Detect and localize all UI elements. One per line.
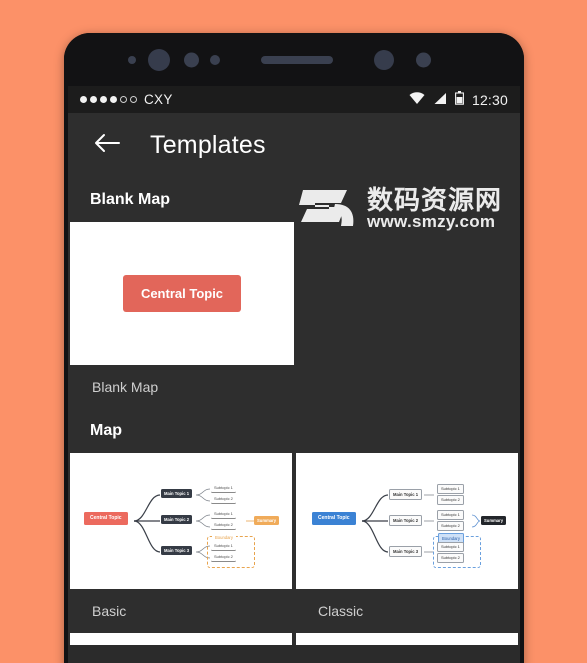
status-bar: CXY 12:30 (68, 86, 520, 113)
section-header-blank-map: Blank Map (68, 178, 520, 222)
sensor-small-1-icon (128, 55, 136, 64)
status-bar-icons: 12:30 (409, 91, 508, 108)
phone-screen: CXY 12:30 Templates Blank Map Central To… (68, 86, 520, 663)
template-card-next-2[interactable] (296, 633, 518, 645)
cellular-signal-icon (433, 92, 447, 108)
basic-main-topic-1-node: Main Topic 1 (161, 489, 193, 499)
phone-device-frame: CXY 12:30 Templates Blank Map Central To… (64, 33, 524, 663)
back-arrow-icon (93, 131, 121, 160)
battery-icon (455, 91, 464, 108)
next-thumbnail-1[interactable] (70, 633, 292, 645)
signal-strength-dots-icon (80, 96, 137, 103)
classic-summary-node: Summary (481, 516, 507, 526)
template-card-label-classic: Classic (296, 589, 518, 633)
basic-main-topic-3-node: Main Topic 3 (161, 546, 193, 556)
template-card-blank-map[interactable]: Central Topic Blank Map (70, 222, 294, 409)
basic-subtopic-1a-node: Subtopic 1 (211, 484, 236, 493)
basic-subtopic-2a-node: Subtopic 2 (211, 495, 236, 504)
classic-main-topic-2-node: Main Topic 2 (389, 515, 423, 527)
camera-lens-2-icon (374, 49, 394, 70)
blank-map-thumbnail[interactable]: Central Topic (70, 222, 294, 365)
template-card-classic[interactable]: Central Topic Main Topic 1 Main Topic 2 … (296, 453, 518, 633)
classic-subtopic-1b-node: Subtopic 1 (437, 510, 464, 520)
basic-thumbnail[interactable]: Central Topic Main Topic 1 Main Topic 2 … (70, 453, 292, 589)
sensor-small-4-icon (416, 52, 431, 67)
classic-main-topic-1-node: Main Topic 1 (389, 489, 423, 501)
basic-main-topic-2-node: Main Topic 2 (161, 515, 193, 525)
page-title: Templates (150, 131, 266, 159)
section-header-map: Map (68, 409, 520, 453)
next-template-row-partial (68, 633, 520, 645)
blank-map-row: Central Topic Blank Map (68, 222, 520, 409)
sensor-small-3-icon (210, 54, 220, 65)
map-template-row: Central Topic Main Topic 1 Main Topic 2 … (68, 453, 520, 633)
carrier-label: CXY (144, 92, 173, 107)
classic-subtopic-2b-node: Subtopic 2 (437, 521, 464, 531)
basic-boundary-label: Boundary (212, 533, 236, 543)
wifi-icon (409, 91, 425, 108)
basic-subtopic-2b-node: Subtopic 2 (211, 521, 236, 530)
template-card-basic[interactable]: Central Topic Main Topic 1 Main Topic 2 … (70, 453, 292, 633)
classic-subtopic-1c-node: Subtopic 1 (437, 542, 464, 552)
app-toolbar: Templates (68, 113, 520, 178)
basic-subtopic-1c-node: Subtopic 1 (211, 542, 236, 551)
classic-subtopic-1a-node: Subtopic 1 (437, 484, 464, 494)
clock-label: 12:30 (471, 91, 508, 108)
basic-central-topic-node: Central Topic (84, 512, 128, 525)
sensor-small-2-icon (184, 52, 199, 67)
classic-thumbnail[interactable]: Central Topic Main Topic 1 Main Topic 2 … (296, 453, 518, 589)
basic-subtopic-1b-node: Subtopic 1 (211, 510, 236, 519)
phone-top-bezel (64, 33, 524, 86)
classic-subtopic-2c-node: Subtopic 2 (437, 553, 464, 563)
template-card-label-blank-map: Blank Map (70, 365, 294, 409)
earpiece-speaker-icon (261, 55, 333, 64)
template-card-label-basic: Basic (70, 589, 292, 633)
basic-subtopic-2c-node: Subtopic 2 (211, 553, 236, 562)
classic-main-topic-3-node: Main Topic 3 (389, 546, 423, 558)
classic-central-topic-node: Central Topic (312, 512, 356, 525)
camera-lens-icon (148, 48, 170, 71)
back-button[interactable] (90, 129, 124, 163)
classic-subtopic-2a-node: Subtopic 2 (437, 495, 464, 505)
template-card-next-1[interactable] (70, 633, 292, 645)
blank-map-central-topic-node: Central Topic (122, 275, 242, 312)
basic-summary-node: Summary (254, 516, 280, 526)
next-thumbnail-2[interactable] (296, 633, 518, 645)
